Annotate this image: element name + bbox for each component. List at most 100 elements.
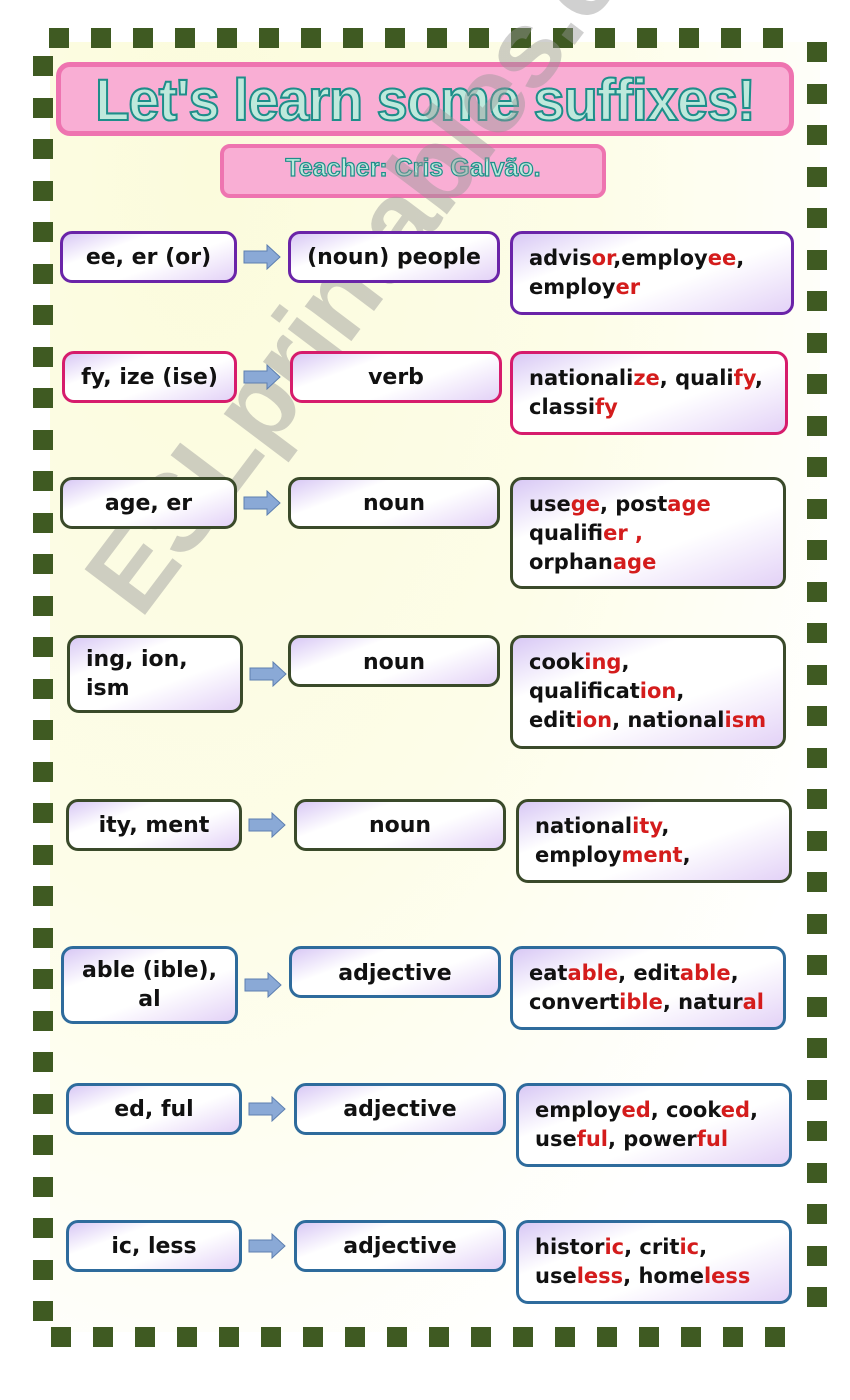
- example-line: useless, homeless: [535, 1262, 750, 1291]
- border-square: [595, 28, 615, 48]
- word-stem: ,: [730, 961, 739, 985]
- border-square: [261, 1327, 281, 1347]
- border-square: [807, 84, 827, 104]
- category-box: adjective: [294, 1220, 506, 1272]
- word-stem: , crit: [624, 1235, 680, 1259]
- border-square: [33, 181, 53, 201]
- border-square: [807, 167, 827, 187]
- suffix-label: ee, er (or): [85, 244, 212, 270]
- word-stem: use: [535, 1264, 577, 1288]
- border-square: [33, 98, 53, 118]
- border-square: [807, 416, 827, 436]
- arrow-right-icon: [243, 243, 281, 271]
- border-square: [33, 928, 53, 948]
- suffix-highlight: less: [703, 1264, 751, 1288]
- suffix-highlight: ic: [604, 1235, 625, 1259]
- border-square: [91, 28, 111, 48]
- border-square: [33, 803, 53, 823]
- category-label: noun: [368, 812, 432, 838]
- suffix-box: ic, less: [66, 1220, 242, 1272]
- example-line: nationality,: [535, 812, 691, 841]
- suffix-label: age, er: [104, 490, 193, 516]
- border-square: [33, 1301, 53, 1321]
- suffix-highlight: ism: [724, 708, 767, 732]
- word-stem: qualifi: [529, 521, 604, 545]
- word-stem: ,: [750, 1098, 759, 1122]
- examples-box: nationalize, qualify, classify: [510, 351, 788, 435]
- example-line: qualification,: [529, 677, 766, 706]
- examples-box: eatable, editable, convertible, natural: [510, 946, 786, 1030]
- border-square: [33, 1260, 53, 1280]
- example-line: convertible, natural: [529, 988, 764, 1017]
- border-square: [49, 28, 69, 48]
- examples-box: employed, cooked, useful, powerful: [516, 1083, 792, 1167]
- suffix-highlight: able: [567, 961, 619, 985]
- border-square: [469, 28, 489, 48]
- category-box: verb: [290, 351, 502, 403]
- border-square: [807, 499, 827, 519]
- border-square: [343, 28, 363, 48]
- example-line: usege, postage: [529, 490, 711, 519]
- arrow-right-icon: [244, 971, 282, 999]
- category-box: (noun) people: [288, 231, 500, 283]
- suffix-box: able (ible), al: [61, 946, 238, 1024]
- border-square: [807, 706, 827, 726]
- word-stem: orphan: [529, 550, 613, 574]
- examples-box: nationality, employment,: [516, 799, 792, 883]
- suffix-highlight: ful: [696, 1127, 729, 1151]
- border-square: [33, 1011, 53, 1031]
- border-square: [637, 28, 657, 48]
- border-square: [303, 1327, 323, 1347]
- arrow-right-icon: [248, 1232, 286, 1260]
- border-square: [301, 28, 321, 48]
- border-square: [807, 1038, 827, 1058]
- border-square: [555, 1327, 575, 1347]
- word-stem: employ: [529, 275, 616, 299]
- word-stem: use: [535, 1127, 577, 1151]
- border-square: [807, 1080, 827, 1100]
- border-square: [219, 1327, 239, 1347]
- border-square: [807, 872, 827, 892]
- examples-box: cooking, qualification, edition, nationali…: [510, 635, 786, 749]
- example-line: edition, nationalism: [529, 706, 766, 735]
- border-square: [33, 554, 53, 574]
- border-square: [33, 513, 53, 533]
- border-square: [807, 1163, 827, 1183]
- word-stem: classi: [529, 395, 596, 419]
- suffix-box: age, er: [60, 477, 237, 529]
- category-box: noun: [288, 477, 500, 529]
- suffix-highlight: ion: [639, 679, 677, 703]
- border-square: [33, 222, 53, 242]
- word-stem: ,: [699, 1235, 708, 1259]
- border-square: [807, 291, 827, 311]
- suffix-label: ed, ful: [114, 1096, 194, 1122]
- word-stem: national: [535, 814, 633, 838]
- examples-box: advisor,employee, employer: [510, 231, 794, 315]
- border-square: [429, 1327, 449, 1347]
- border-square: [597, 1327, 617, 1347]
- word-stem: histor: [535, 1235, 605, 1259]
- example-line: employer: [529, 273, 744, 302]
- category-label: adjective: [343, 1233, 457, 1259]
- teacher-name: Teacher: Cris Galvão.: [285, 153, 541, 182]
- border-square: [807, 208, 827, 228]
- category-label: noun: [362, 490, 426, 516]
- border-square: [33, 56, 53, 76]
- border-square: [33, 1218, 53, 1238]
- border-square: [807, 623, 827, 643]
- word-stem: edit: [529, 708, 576, 732]
- border-square: [33, 388, 53, 408]
- example-line: orphanage: [529, 548, 711, 577]
- suffix-box: fy, ize (ise): [62, 351, 237, 403]
- border-square: [471, 1327, 491, 1347]
- category-label: noun: [362, 650, 426, 675]
- border-square: [259, 28, 279, 48]
- border-square: [177, 1327, 197, 1347]
- suffix-label: ic, less: [111, 1233, 197, 1259]
- border-square: [765, 1327, 785, 1347]
- word-stem: ,: [676, 679, 685, 703]
- suffix-highlight: ed: [621, 1098, 651, 1122]
- category-label: adjective: [338, 961, 452, 986]
- border-square: [135, 1327, 155, 1347]
- border-square: [807, 250, 827, 270]
